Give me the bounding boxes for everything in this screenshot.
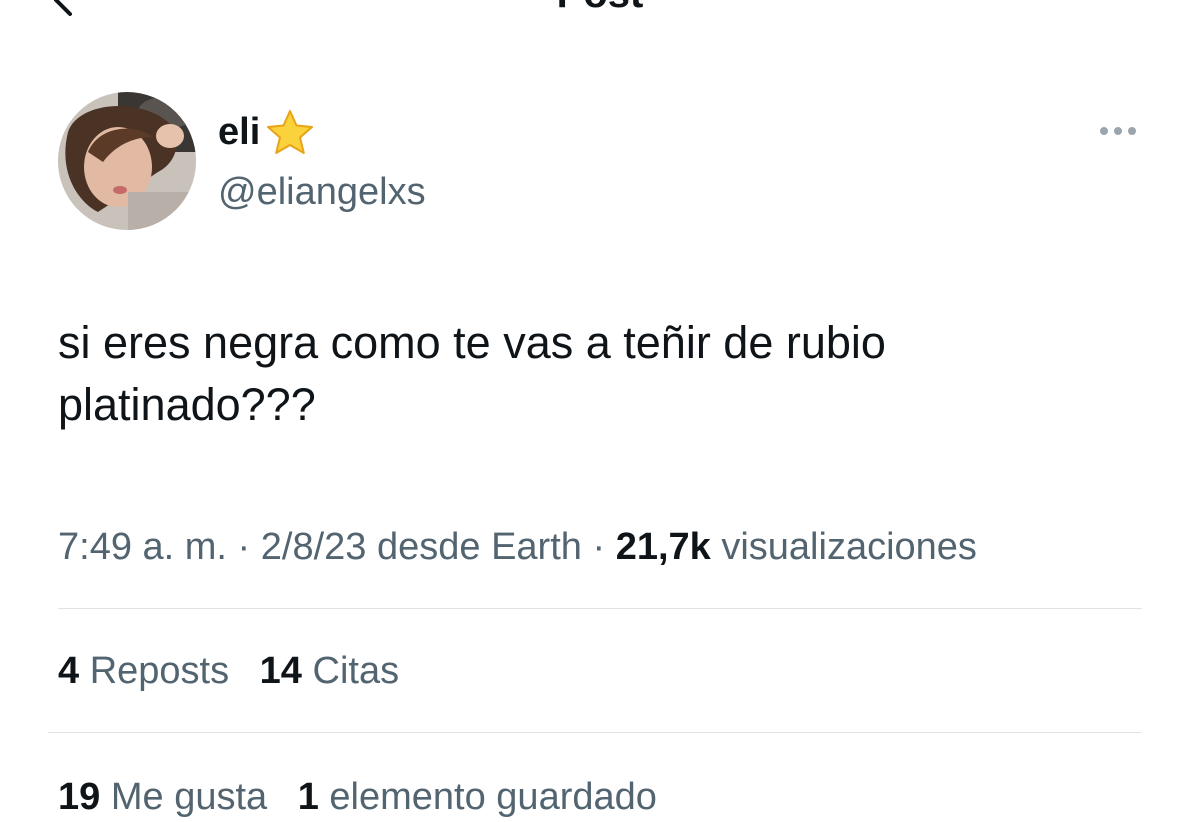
star-icon [262, 108, 318, 156]
page-title: Post [0, 0, 1200, 14]
quotes-stat[interactable]: 14 Citas [260, 650, 399, 692]
reposts-count: 4 [58, 650, 80, 692]
post-date-source[interactable]: 2/8/23 desde Earth [261, 526, 582, 568]
bookmarks-label: elemento guardado [329, 776, 657, 818]
meta-separator: · [592, 526, 606, 568]
post-text: si eres negra como te vas a teñir de rub… [58, 317, 886, 430]
engagement-row-2: 19 Me gusta 1 elemento guardado [58, 772, 677, 822]
views-label: visualizaciones [721, 526, 977, 568]
reposts-label: Reposts [89, 650, 230, 692]
more-options-button[interactable] [1094, 116, 1142, 146]
display-name-text: eli [218, 111, 261, 153]
likes-count: 19 [58, 776, 101, 818]
engagement-row-1: 4 Reposts 14 Citas [58, 646, 419, 696]
post-meta: 7:49 a. m. · 2/8/23 desde Earth · 21,7k … [58, 522, 977, 572]
divider [58, 608, 1142, 609]
quotes-count: 14 [259, 650, 302, 692]
author-handle[interactable]: @eliangelxs [218, 168, 426, 216]
more-horizontal-icon [1100, 127, 1136, 135]
post-time[interactable]: 7:49 a. m. [58, 526, 227, 568]
meta-separator: · [237, 526, 251, 568]
author-display-name[interactable]: eli [218, 108, 318, 156]
views-count: 21,7k [615, 526, 711, 568]
bookmarks-count: 1 [297, 776, 319, 818]
reposts-stat[interactable]: 4 Reposts [58, 650, 240, 692]
avatar[interactable] [58, 92, 196, 230]
quotes-label: Citas [312, 650, 400, 692]
bookmarks-stat[interactable]: 1 elemento guardado [298, 776, 657, 818]
likes-label: Me gusta [110, 776, 268, 818]
likes-stat[interactable]: 19 Me gusta [58, 776, 278, 818]
divider [48, 732, 1142, 733]
